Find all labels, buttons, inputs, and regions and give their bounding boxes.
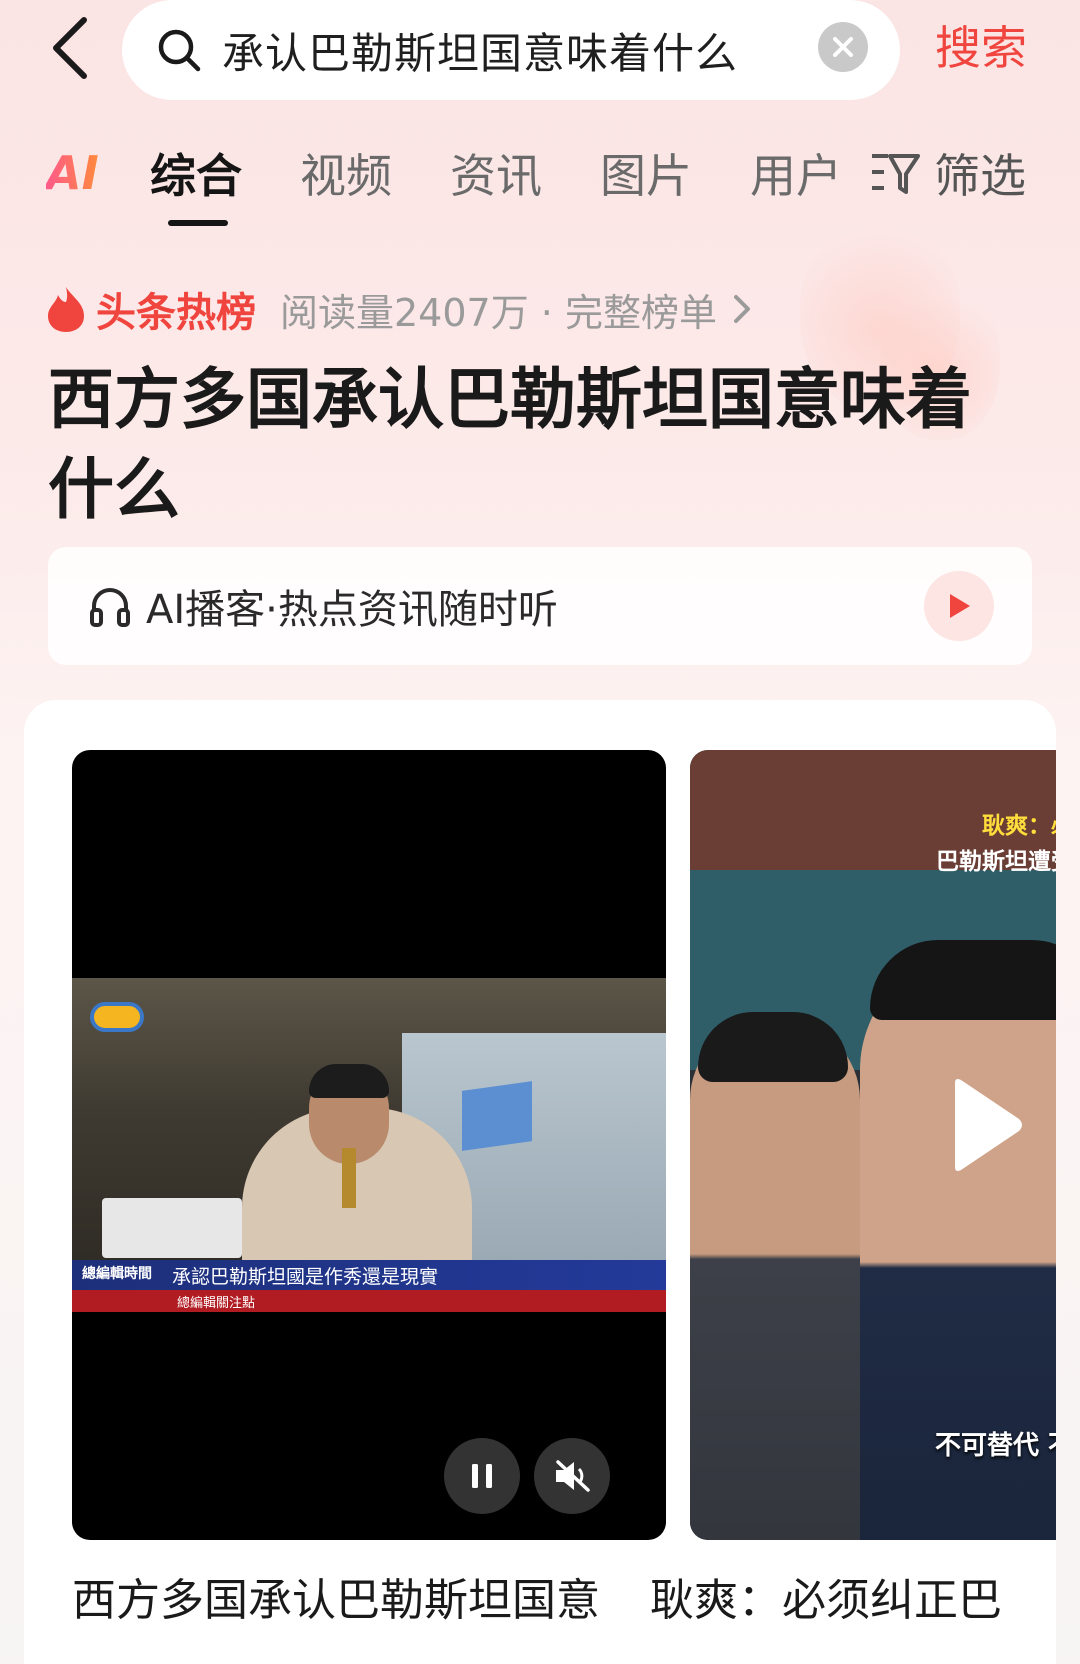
chevron-left-icon bbox=[53, 17, 87, 79]
play-icon bbox=[955, 1079, 1022, 1171]
tab-users[interactable]: 用户 bbox=[750, 140, 842, 206]
result-title[interactable]: 西方多国承认巴勒斯坦国意 bbox=[72, 1570, 600, 1632]
pause-icon bbox=[472, 1464, 492, 1488]
news-ticker: 總編輯時間 承認巴勒斯坦國是作秀還是現實 bbox=[72, 1260, 666, 1290]
podcast-play-button[interactable] bbox=[924, 571, 994, 641]
speaker-hair bbox=[870, 940, 1056, 1020]
hotlist-meta: 阅读量2407万 · 完整榜单 bbox=[280, 290, 717, 335]
close-icon bbox=[833, 37, 853, 57]
play-button[interactable] bbox=[940, 1070, 1030, 1180]
anchor-tie bbox=[342, 1148, 356, 1208]
filter-button[interactable]: 筛选 bbox=[870, 140, 1026, 206]
tab-news[interactable]: 资讯 bbox=[450, 140, 542, 206]
channel-logo bbox=[90, 1002, 144, 1032]
laptop-image bbox=[102, 1198, 242, 1258]
video-subtitle: 不可替代 不容 bbox=[934, 1431, 1056, 1461]
results-panel: 總編輯時間 承認巴勒斯坦國是作秀還是現實 總編輯關注點 西方多国承认巴勒斯坦国意 bbox=[24, 700, 1056, 1664]
video-overlay-caption: 耿爽：必须纠 巴勒斯坦遭受的历 bbox=[936, 808, 1056, 880]
flame-icon bbox=[48, 287, 84, 332]
anchor-hair bbox=[309, 1064, 389, 1098]
tab-comprehensive[interactable]: 综合 bbox=[150, 140, 242, 206]
mute-button[interactable] bbox=[534, 1438, 610, 1514]
flag-image bbox=[462, 1081, 532, 1151]
tab-images[interactable]: 图片 bbox=[600, 140, 692, 206]
person-hair bbox=[698, 1012, 848, 1082]
search-button[interactable]: 搜索 bbox=[935, 12, 1027, 78]
clear-search-button[interactable] bbox=[818, 22, 868, 72]
search-query-text: 承认巴勒斯坦国意味着什么 bbox=[222, 28, 739, 78]
speaker-muted-icon bbox=[556, 1460, 590, 1492]
top-bar: 承认巴勒斯坦国意味着什么 搜索 bbox=[0, 0, 1080, 110]
podcast-text: AI播客·热点资讯随时听 bbox=[146, 587, 558, 633]
chevron-right-icon bbox=[733, 295, 750, 323]
overlay-line-2: 巴勒斯坦遭受的历 bbox=[936, 849, 1056, 875]
active-tab-indicator bbox=[168, 220, 228, 226]
result-title[interactable]: 耿爽：必须纠正巴 bbox=[650, 1570, 1002, 1632]
search-icon bbox=[154, 25, 204, 75]
video-result-card[interactable]: 總編輯時間 承認巴勒斯坦國是作秀還是現實 總編輯關注點 bbox=[72, 750, 666, 1540]
search-input[interactable]: 承认巴勒斯坦国意味着什么 bbox=[122, 0, 900, 100]
pause-button[interactable] bbox=[444, 1438, 520, 1514]
person-figure bbox=[690, 1020, 860, 1540]
hotlist-title[interactable]: 西方多国承认巴勒斯坦国意味着什么 bbox=[48, 355, 1008, 535]
tab-video[interactable]: 视频 bbox=[300, 140, 392, 206]
play-icon bbox=[950, 594, 970, 618]
ticker-subline: 總編輯關注點 bbox=[72, 1290, 666, 1312]
ticker-brand: 總編輯時間 bbox=[82, 1266, 152, 1282]
ai-podcast-card[interactable]: AI播客·热点资讯随时听 bbox=[48, 547, 1032, 665]
back-button[interactable] bbox=[40, 8, 100, 88]
overlay-line-1: 耿爽：必须纠 bbox=[982, 813, 1056, 839]
headphones-icon bbox=[90, 588, 130, 627]
video-result-card[interactable]: 耿爽：必须纠 巴勒斯坦遭受的历 不可替代 不容 bbox=[690, 750, 1056, 1540]
filter-icon bbox=[872, 154, 920, 194]
ticker-headline: 承認巴勒斯坦國是作秀還是現實 bbox=[172, 1265, 439, 1288]
filter-label: 筛选 bbox=[934, 149, 1026, 203]
hotlist-header[interactable]: 头条热榜 阅读量2407万 · 完整榜单 bbox=[46, 280, 753, 338]
hotlist-label: 头条热榜 bbox=[96, 290, 256, 336]
video-thumbnail: 總編輯時間 承認巴勒斯坦國是作秀還是現實 總編輯關注點 bbox=[72, 978, 666, 1312]
